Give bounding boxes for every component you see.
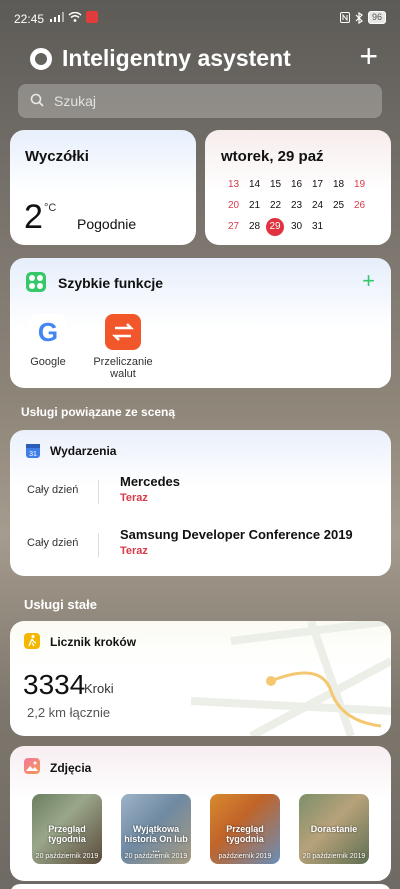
weather-city: Wyczółki: [25, 148, 89, 165]
photo-date: 20 październik 2019: [302, 853, 366, 860]
calendar-grid: 13 14 15 16 17 18 19 20 21 22 23 24 25 26 27 28 29 30 31: [223, 176, 383, 236]
photos-card[interactable]: Zdjęcia Przegląd tygodnia 20 październik…: [10, 746, 391, 881]
quick-functions-title: Szybkie funkcje: [58, 275, 164, 291]
calendar-day[interactable]: 30: [286, 218, 307, 236]
status-right-icons: 96: [339, 11, 386, 24]
calendar-day[interactable]: 26: [349, 197, 370, 215]
calendar-day[interactable]: 25: [328, 197, 349, 215]
calendar-day[interactable]: 21: [244, 197, 265, 215]
section-scene-services: Usługi powiązane ze sceną: [21, 405, 176, 419]
weather-condition: Pogodnie: [77, 216, 137, 232]
calendar-day[interactable]: 17: [307, 176, 328, 194]
assistant-logo-icon: [30, 48, 52, 70]
photo-caption: Przegląd tygodnia: [48, 824, 86, 844]
events-title: Wydarzenia: [50, 444, 117, 458]
search-input[interactable]: Szukaj: [18, 84, 382, 118]
header: Inteligentny asystent +: [28, 40, 378, 78]
photo-caption: Wyjątkowa historia On lub ...: [124, 824, 188, 854]
step-unit: Kroki: [84, 681, 114, 696]
wifi-icon: [68, 12, 82, 22]
nfc-icon: [339, 12, 350, 23]
app-label-currency: Przeliczanie walut: [93, 356, 153, 380]
step-count: 3334: [23, 669, 86, 700]
event-name: Samsung Developer Conference 2019: [120, 527, 353, 542]
calendar-day[interactable]: 23: [286, 197, 307, 215]
calendar-day[interactable]: 18: [328, 176, 349, 194]
calendar-icon: 31: [26, 444, 40, 458]
weather-temperature: 2: [24, 198, 43, 236]
quick-functions-icon: [26, 272, 46, 292]
calendar-day[interactable]: 24: [307, 197, 328, 215]
add-quick-function-button[interactable]: +: [362, 268, 375, 294]
notification-app-icon: [86, 11, 98, 23]
app-label-google: Google: [30, 356, 66, 368]
photo-thumbnail[interactable]: Przegląd tygodnia 20 październik 2019: [32, 794, 102, 864]
event-status: Teraz: [120, 492, 148, 504]
step-counter-card[interactable]: Licznik kroków 3334 Kroki 2,2 km łącznie: [10, 621, 391, 736]
calendar-day[interactable]: 13: [223, 176, 244, 194]
calendar-day[interactable]: 31: [307, 218, 328, 236]
status-time: 22:45: [14, 12, 45, 26]
photo-caption: Dorastanie: [310, 824, 358, 834]
svg-text:G: G: [38, 317, 58, 347]
photos-icon: [24, 758, 40, 774]
step-distance: 2,2 km łącznie: [27, 705, 111, 720]
step-counter-title: Licznik kroków: [50, 635, 137, 649]
calendar-day[interactable]: 27: [223, 218, 244, 236]
section-fixed-services: Usługi stałe: [24, 597, 97, 612]
photo-date: październik 2019: [218, 853, 272, 860]
google-icon: G: [30, 314, 66, 350]
calendar-day[interactable]: 16: [286, 176, 307, 194]
event-divider: [98, 480, 99, 504]
event-status: Teraz: [120, 545, 148, 557]
calendar-day[interactable]: 20: [223, 197, 244, 215]
search-icon: [30, 93, 44, 107]
photo-caption: Przegląd tygodnia: [226, 824, 264, 844]
photo-date: 20 październik 2019: [35, 853, 99, 860]
bluetooth-icon: [355, 11, 363, 24]
calendar-day[interactable]: 14: [244, 176, 265, 194]
events-card[interactable]: 31 Wydarzenia Cały dzień Mercedes Teraz …: [10, 430, 391, 576]
calendar-day[interactable]: 19: [349, 176, 370, 194]
search-placeholder: Szukaj: [54, 93, 97, 109]
calendar-date: wtorek, 29 paź: [221, 148, 324, 165]
calendar-day-today[interactable]: 29: [266, 218, 284, 236]
add-card-button[interactable]: +: [359, 40, 378, 72]
quick-functions-card: Szybkie funkcje + G Google Przeliczanie …: [10, 258, 391, 388]
svg-text:31: 31: [29, 451, 37, 458]
battery-indicator: 96: [367, 11, 386, 24]
calendar-day[interactable]: 15: [265, 176, 286, 194]
signal-icon: [50, 12, 64, 22]
calendar-card[interactable]: wtorek, 29 paź 13 14 15 16 17 18 19 20 21 22 23 24 2…: [205, 130, 391, 245]
photo-thumbnail[interactable]: Przegląd tygodnia październik 2019: [210, 794, 280, 864]
status-bar: 22:45 96: [0, 0, 400, 36]
event-row[interactable]: Cały dzień Mercedes Teraz: [10, 470, 391, 514]
app-currency-converter[interactable]: Przeliczanie walut: [85, 314, 161, 380]
event-time: Cały dzień: [27, 484, 79, 496]
event-divider: [98, 533, 99, 557]
app-google[interactable]: G Google: [10, 314, 86, 368]
weather-card[interactable]: Wyczółki 2 °C Pogodnie: [10, 130, 196, 245]
walking-icon: [24, 633, 40, 649]
photos-title: Zdjęcia: [50, 761, 92, 775]
currency-exchange-icon: [105, 314, 141, 350]
event-row[interactable]: Cały dzień Samsung Developer Conference …: [10, 523, 391, 567]
event-time: Cały dzień: [27, 537, 79, 549]
calendar-day[interactable]: 28: [244, 218, 265, 236]
weather-unit: °C: [44, 202, 57, 214]
page-title: Inteligentny asystent: [62, 45, 291, 71]
photo-thumbnail[interactable]: Wyjątkowa historia On lub ... 20 paździe…: [121, 794, 191, 864]
photo-date: 20 październik 2019: [124, 853, 188, 860]
next-card-edge: [10, 884, 391, 889]
map-illustration: [191, 621, 391, 736]
photo-thumbnail[interactable]: Dorastanie 20 październik 2019: [299, 794, 369, 864]
calendar-day[interactable]: 22: [265, 197, 286, 215]
event-name: Mercedes: [120, 474, 180, 489]
status-left-icons: [50, 11, 98, 23]
